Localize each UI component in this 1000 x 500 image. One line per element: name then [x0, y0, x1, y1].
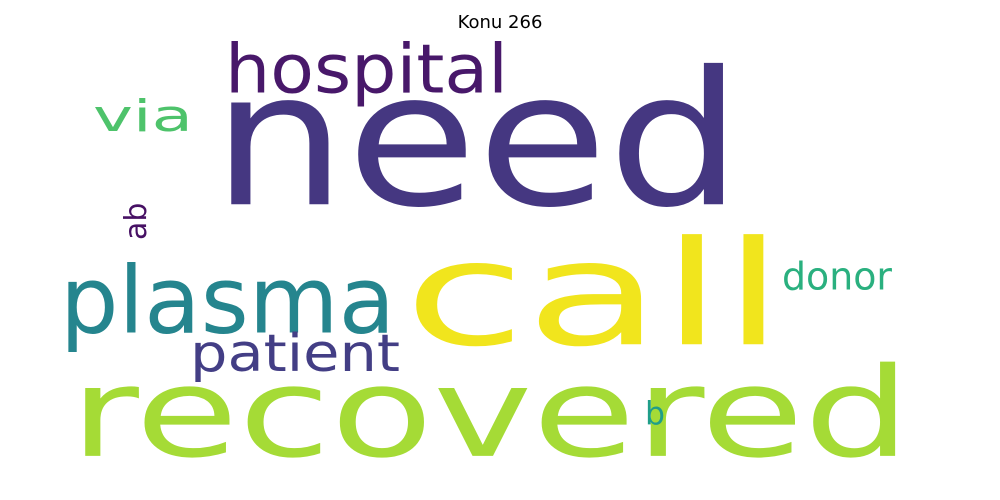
word-ab: ab — [119, 202, 154, 240]
word-via: via — [93, 91, 194, 143]
word-donor: donor — [782, 255, 892, 299]
word-call: call — [404, 209, 785, 379]
word-cloud: Konu 266 need recovered call plasma hosp… — [0, 0, 1000, 500]
word-b: b — [645, 395, 665, 433]
word-patient: patient — [190, 324, 401, 384]
word-hospital: hospital — [225, 29, 508, 109]
